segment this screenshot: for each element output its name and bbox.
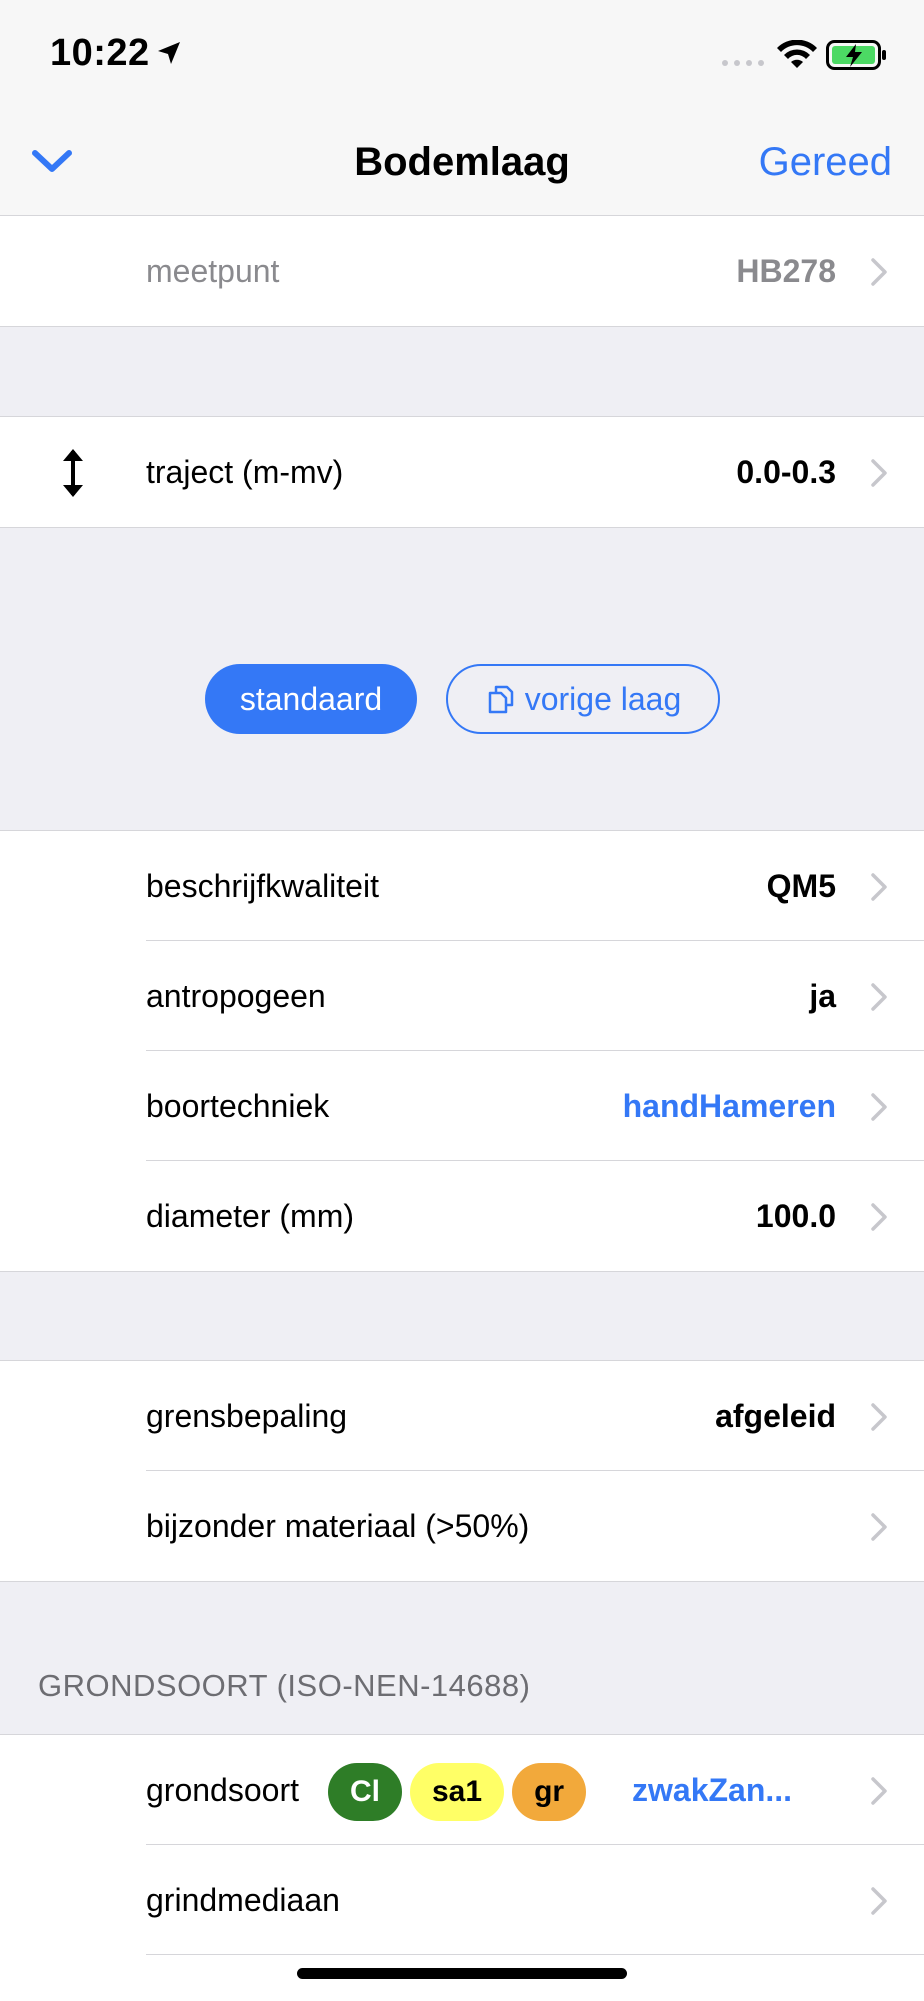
done-button[interactable]: Gereed: [759, 140, 892, 185]
beschrijfkwaliteit-row[interactable]: beschrijfkwaliteit QM5: [0, 831, 924, 941]
chevron-right-icon: [871, 1887, 887, 1915]
vorige-laag-button[interactable]: vorige laag: [446, 664, 720, 734]
grensbepaling-row[interactable]: grensbepaling afgeleid: [0, 1361, 924, 1471]
meetpunt-row[interactable]: meetpunt HB278: [0, 216, 924, 326]
boortechniek-label: boortechniek: [146, 1088, 330, 1124]
copy-icon: [488, 685, 513, 714]
bijzonder-materiaal-row[interactable]: bijzonder materiaal (>50%): [0, 1471, 924, 1581]
details-group: beschrijfkwaliteit QM5 antropogeen ja bo…: [0, 830, 924, 1272]
antropogeen-value: ja: [809, 978, 836, 1014]
chevron-right-icon: [871, 459, 887, 487]
grindmediaan-label: grindmediaan: [146, 1882, 340, 1918]
standaard-button-label: standaard: [239, 680, 383, 717]
chevron-right-icon: [871, 1403, 887, 1431]
vorige-laag-button-label: vorige laag: [524, 680, 682, 717]
diameter-label: diameter (mm): [146, 1198, 355, 1234]
grensbepaling-value: afgeleid: [715, 1398, 836, 1434]
traject-row[interactable]: traject (m-mv) 0.0-0.3: [0, 417, 924, 527]
battery-charging-icon: [826, 40, 886, 70]
boortechniek-value: handHameren: [622, 1088, 836, 1124]
status-time: 10:22: [50, 32, 150, 74]
grondsoort-section-header: GRONDSOORT (ISO-NEN-14688): [38, 1668, 531, 1703]
grens-group: grensbepaling afgeleid bijzonder materia…: [0, 1360, 924, 1582]
beschrijfkwaliteit-label: beschrijfkwaliteit: [146, 868, 379, 904]
standaard-button[interactable]: standaard: [205, 664, 417, 734]
grondsoort-value: zwakZan...: [632, 1772, 793, 1808]
grindmediaan-row[interactable]: grindmediaan: [0, 1845, 924, 1955]
meetpunt-group: meetpunt HB278: [0, 216, 924, 327]
grondsoort-group: grondsoort Cl sa1 gr zwakZan... grindmed…: [0, 1734, 924, 2001]
antropogeen-row[interactable]: antropogeen ja: [0, 941, 924, 1051]
traject-value: 0.0-0.3: [736, 454, 836, 490]
bijzonder-materiaal-label: bijzonder materiaal (>50%): [146, 1508, 530, 1544]
chevron-right-icon: [871, 983, 887, 1011]
grondsoort-row[interactable]: grondsoort Cl sa1 gr zwakZan...: [0, 1735, 924, 1845]
chevron-right-icon: [871, 1777, 887, 1805]
beschrijfkwaliteit-value: QM5: [766, 868, 836, 904]
grondsoort-label: grondsoort: [146, 1772, 299, 1808]
chip-cl: Cl: [328, 1763, 402, 1821]
meetpunt-label: meetpunt: [146, 253, 280, 289]
chevron-right-icon: [871, 1203, 887, 1231]
diameter-row[interactable]: diameter (mm) 100.0: [0, 1161, 924, 1271]
chip-sa1: sa1: [410, 1763, 505, 1821]
grensbepaling-label: grensbepaling: [146, 1398, 348, 1434]
row-separator: [146, 1954, 924, 1955]
chip-gr: gr: [512, 1763, 587, 1821]
vertical-arrows-icon: [63, 449, 83, 497]
chevron-right-icon: [871, 1093, 887, 1121]
chevron-right-icon: [871, 1513, 887, 1541]
antropogeen-label: antropogeen: [146, 978, 326, 1014]
location-arrow-icon: [158, 42, 180, 64]
meetpunt-value: HB278: [736, 253, 836, 289]
boortechniek-row[interactable]: boortechniek handHameren: [0, 1051, 924, 1161]
wifi-icon: [777, 40, 817, 68]
cellular-signal-icon: [722, 60, 764, 66]
grondsoort-chips: Cl sa1 gr: [328, 1763, 587, 1821]
diameter-value: 100.0: [755, 1198, 836, 1234]
traject-group: traject (m-mv) 0.0-0.3: [0, 416, 924, 528]
chevron-right-icon: [871, 258, 887, 286]
chevron-right-icon: [871, 873, 887, 901]
traject-label: traject (m-mv): [146, 454, 344, 490]
home-indicator[interactable]: [297, 1968, 627, 1979]
